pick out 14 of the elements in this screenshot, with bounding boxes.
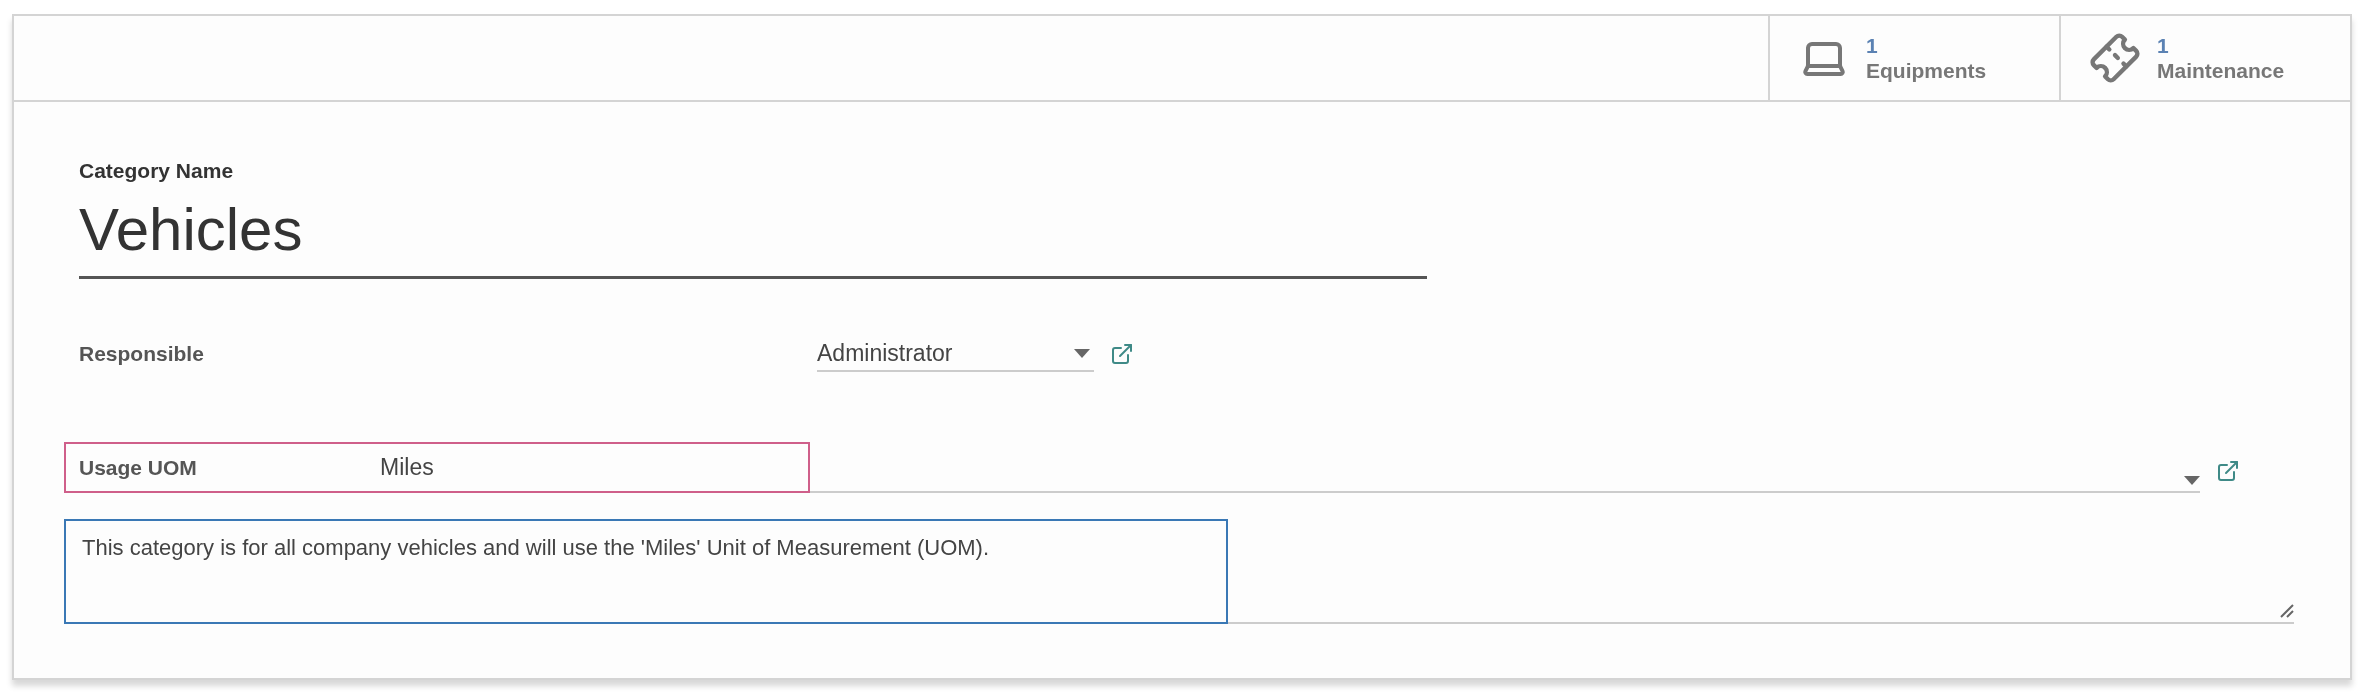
external-link-icon[interactable] (2216, 459, 2240, 483)
resize-grip-icon[interactable] (2280, 604, 2294, 618)
caret-icon[interactable] (2184, 476, 2200, 485)
stat-button[interactable]: 1 Equipments (1768, 16, 2059, 100)
stat-button[interactable]: 1 Maintenance (2059, 16, 2350, 100)
external-link-icon[interactable] (1110, 342, 1134, 366)
description-text[interactable]: This category is for all company vehicles and will use the 'Miles' Unit of Measurement (UOM). (64, 519, 1228, 624)
name-field[interactable]: Vehicles (79, 185, 1427, 279)
field-label: Usage UOM (79, 455, 198, 480)
field-label: Responsible (79, 342, 205, 366)
caret-icon[interactable] (1074, 348, 1090, 358)
field-label: Category Name (79, 159, 235, 183)
select-value[interactable]: Miles (380, 454, 434, 481)
select-field[interactable]: Administrator (817, 336, 1094, 372)
